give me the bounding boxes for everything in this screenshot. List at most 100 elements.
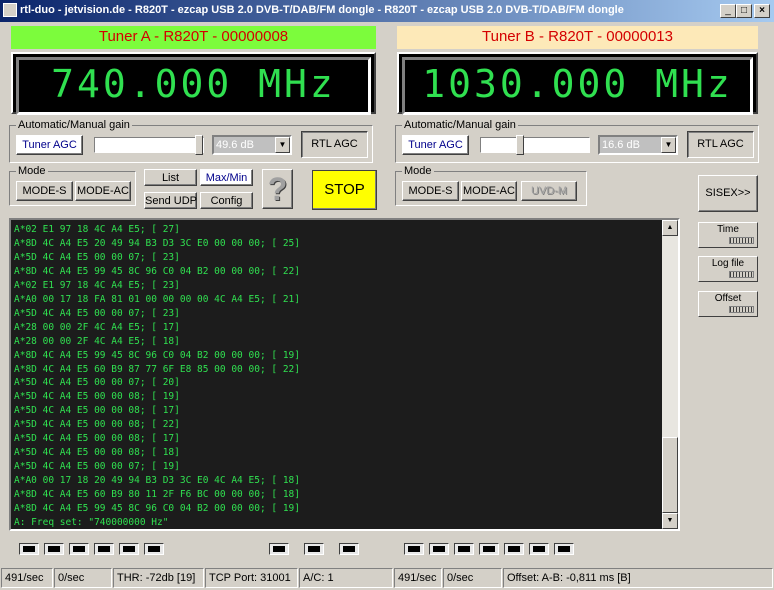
close-button[interactable]: × (754, 4, 770, 18)
log-line: A*02 E1 97 18 4C A4 E5; [ 23] (14, 279, 180, 291)
log-line: A*5D 4C A4 E5 00 00 08; [ 19] (14, 391, 180, 403)
status-bar: 491/sec 0/sec THR: -72db [19] TCP Port: … (0, 566, 774, 590)
log-line: A*5D 4C A4 E5 00 00 07; [ 20] (14, 377, 180, 389)
tuner-b-agc-button[interactable]: Tuner AGC (402, 135, 469, 155)
log-line: A*8D 4C A4 E5 99 45 8C 96 C0 04 B2 00 00… (14, 349, 300, 361)
time-panel[interactable]: Time (698, 222, 758, 248)
indicator-led (339, 543, 359, 555)
log-line: A*02 E1 97 18 4C A4 E5; [ 27] (14, 224, 180, 235)
app-icon (3, 3, 17, 17)
log-scrollbar[interactable]: ▲ ▼ (662, 220, 678, 529)
time-toggle[interactable] (729, 237, 754, 244)
offset-panel[interactable]: Offset (698, 291, 758, 317)
log-line: A*28 00 00 2F 4C A4 E5; [ 18] (14, 335, 180, 347)
mode-b-label: Mode (402, 164, 434, 178)
mode-b-uvd-m-button[interactable]: UVD-M (521, 181, 577, 201)
indicator-led (404, 543, 424, 555)
indicator-led (429, 543, 449, 555)
tuner-b-title: Tuner B - R820T - 00000013 (482, 28, 673, 45)
tuner-a-frequency-panel: 740.000 MHz (11, 52, 376, 115)
log-line: A*8D 4C A4 E5 60 B9 87 77 6F E8 85 00 00… (14, 363, 300, 375)
status-rate-b2: 0/sec (443, 568, 502, 588)
message-log[interactable]: A*02 E1 97 18 4C A4 E5; [ 27] A*8D 4C A4 … (9, 218, 680, 531)
log-file-panel[interactable]: Log file (698, 256, 758, 282)
tuner-a-gain-value: 49.6 dB (216, 139, 254, 151)
tuner-b-gain-slider[interactable] (480, 135, 590, 155)
indicator-led (19, 543, 39, 555)
tuner-b-frequency[interactable]: 1030.000 MHz (402, 57, 753, 115)
log-line: A: Freq set: "740000000 Hz" (14, 517, 169, 529)
stop-button[interactable]: STOP (312, 170, 377, 210)
maxmin-button[interactable]: Max/Min (200, 169, 253, 186)
indicator-led (304, 543, 324, 555)
indicator-led (454, 543, 474, 555)
status-rate-a: 491/sec (1, 568, 53, 588)
indicator-led (504, 543, 524, 555)
question-mark-icon[interactable]: ? (262, 169, 293, 209)
indicator-led (94, 543, 114, 555)
indicator-led (554, 543, 574, 555)
tuner-b-gain-select[interactable]: 16.6 dB ▼ (598, 135, 678, 155)
tuner-b-gain-label: Automatic/Manual gain (402, 118, 518, 132)
chevron-down-icon[interactable]: ▼ (661, 137, 676, 153)
log-line: A*5D 4C A4 E5 00 00 08; [ 17] (14, 433, 180, 445)
status-rate-b: 491/sec (394, 568, 442, 588)
offset-toggle[interactable] (729, 306, 754, 313)
log-line: A*5D 4C A4 E5 00 00 08; [ 17] (14, 405, 180, 417)
sisex-button[interactable]: SISEX>> (698, 175, 758, 212)
tuner-b-rtl-agc-button[interactable]: RTL AGC (687, 131, 754, 158)
status-tcp-port: TCP Port: 31001 (205, 568, 298, 588)
tuner-a-header: Tuner A - R820T - 00000008 (11, 26, 376, 49)
log-line: A*8D 4C A4 E5 99 45 8C 96 C0 04 B2 00 00… (14, 265, 300, 277)
tuner-a-frequency[interactable]: 740.000 MHz (16, 57, 371, 115)
mode-b-mode-s-button[interactable]: MODE-S (402, 181, 459, 201)
tuner-b-frequency-panel: 1030.000 MHz (397, 52, 758, 115)
tuner-b-header: Tuner B - R820T - 00000013 (397, 26, 758, 49)
log-file-toggle[interactable] (729, 271, 754, 278)
scroll-down-icon[interactable]: ▼ (662, 513, 678, 529)
status-ac-count: A/C: 1 (299, 568, 393, 588)
log-line: A*A0 00 17 18 FA 81 01 00 00 00 00 4C A4… (14, 293, 300, 305)
list-button[interactable]: List (144, 169, 197, 186)
tuner-b-gain-slider-thumb[interactable] (516, 135, 524, 155)
time-label: Time (717, 224, 739, 235)
minimize-button[interactable]: _ (720, 4, 736, 18)
indicator-led (269, 543, 289, 555)
tuner-a-rtl-agc-button[interactable]: RTL AGC (301, 131, 368, 158)
config-button[interactable]: Config (200, 192, 253, 209)
mode-a-mode-ac-button[interactable]: MODE-AC (75, 181, 131, 201)
log-line: A*5D 4C A4 E5 00 00 07; [ 23] (14, 251, 180, 263)
send-udp-button[interactable]: Send UDP (144, 192, 197, 209)
log-line: A*8D 4C A4 E5 20 49 94 B3 D3 3C E0 00 00… (14, 237, 300, 249)
maximize-button[interactable]: □ (736, 4, 752, 18)
indicator-led (119, 543, 139, 555)
log-line: A*5D 4C A4 E5 00 00 08; [ 18] (14, 447, 180, 459)
log-line: A*28 00 00 2F 4C A4 E5; [ 17] (14, 321, 180, 333)
tuner-a-gain-slider-thumb[interactable] (195, 135, 203, 155)
log-file-label: Log file (711, 258, 745, 269)
indicator-led (529, 543, 549, 555)
scrollbar-thumb[interactable] (662, 437, 678, 513)
tuner-a-gain-label: Automatic/Manual gain (16, 118, 132, 132)
chevron-down-icon[interactable]: ▼ (275, 137, 290, 153)
mode-b-mode-ac-button[interactable]: MODE-AC (461, 181, 517, 201)
log-line: A*8D 4C A4 E5 60 B9 80 11 2F F6 BC 00 00… (14, 489, 300, 501)
tuner-a-gain-slider[interactable] (94, 135, 204, 155)
indicator-led (144, 543, 164, 555)
status-rate-a2: 0/sec (54, 568, 112, 588)
status-threshold: THR: -72db [19] (113, 568, 204, 588)
offset-label: Offset (714, 293, 742, 304)
log-line: A*5D 4C A4 E5 00 00 07; [ 19] (14, 461, 180, 473)
log-line: A*8D 4C A4 E5 99 45 8C 96 C0 04 B2 00 00… (14, 503, 300, 515)
indicator-led (479, 543, 499, 555)
tuner-a-agc-button[interactable]: Tuner AGC (16, 135, 83, 155)
scroll-up-icon[interactable]: ▲ (662, 220, 678, 236)
window-title: rtl-duo - jetvision.de - R820T - ezcap U… (20, 4, 624, 16)
mode-a-mode-s-button[interactable]: MODE-S (16, 181, 73, 201)
log-line: A*A0 00 17 18 20 49 94 B3 D3 3C E0 4C A4… (14, 475, 300, 487)
log-line: A*5D 4C A4 E5 00 00 07; [ 23] (14, 307, 180, 319)
indicator-led (44, 543, 64, 555)
status-offset: Offset: A-B: -0,811 ms [B] (503, 568, 773, 588)
log-line: A*5D 4C A4 E5 00 00 08; [ 22] (14, 419, 180, 431)
tuner-a-gain-select[interactable]: 49.6 dB ▼ (212, 135, 292, 155)
